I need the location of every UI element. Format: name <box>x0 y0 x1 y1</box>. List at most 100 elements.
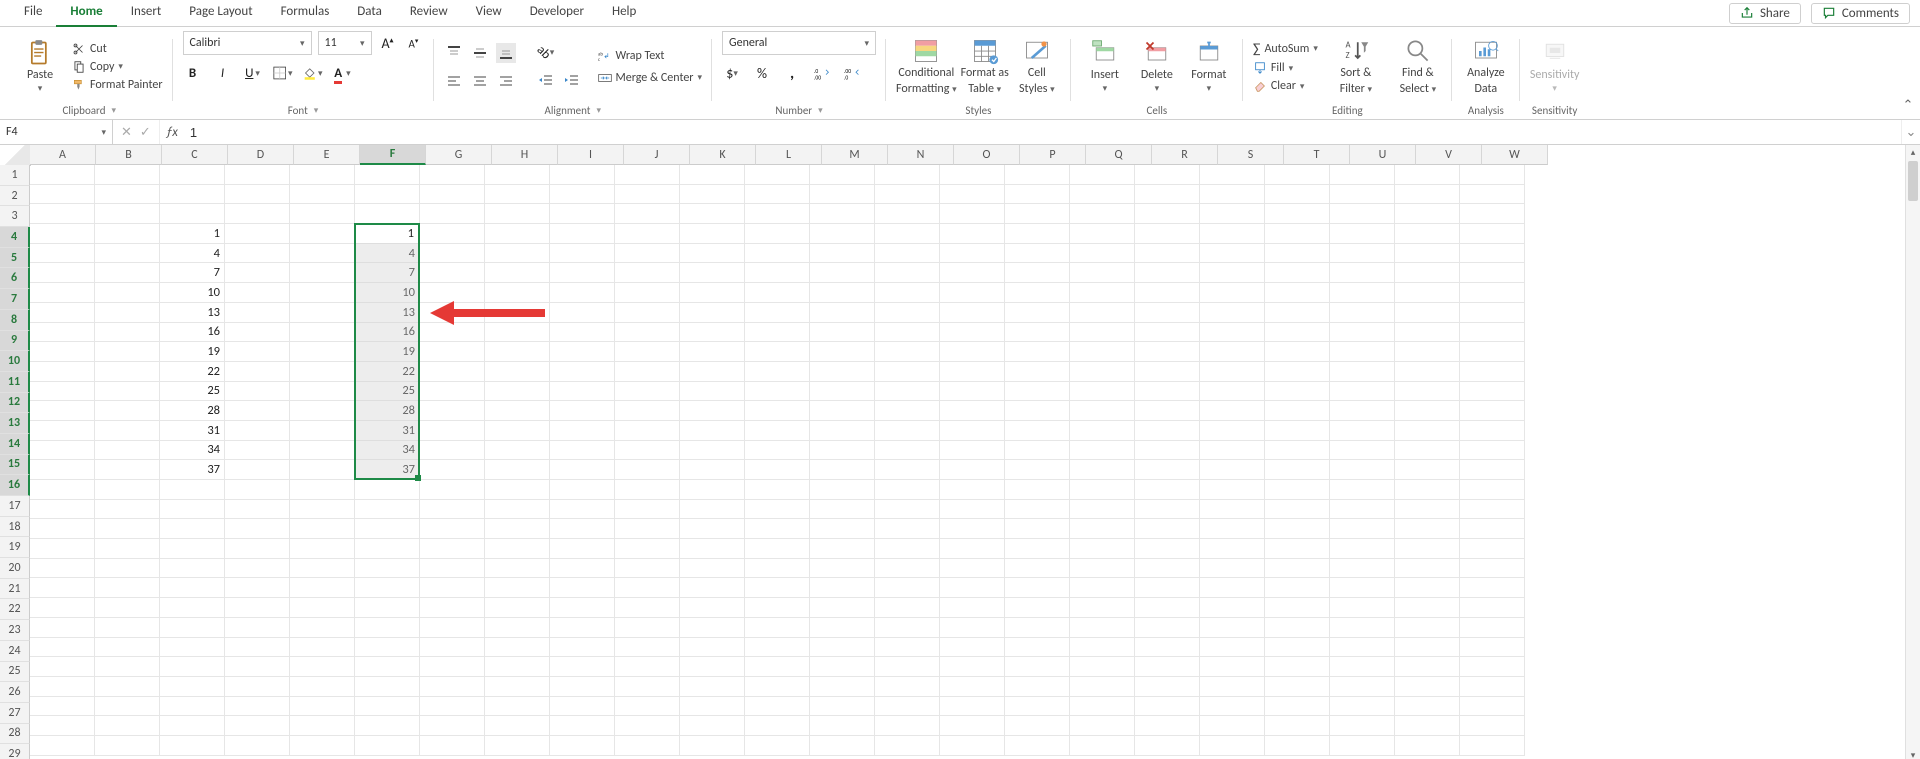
cell-K6[interactable] <box>680 263 745 283</box>
cell-E10[interactable] <box>290 342 355 362</box>
cell-B12[interactable] <box>95 382 160 402</box>
cell-P12[interactable] <box>1005 382 1070 402</box>
cell-K11[interactable] <box>680 362 745 382</box>
tab-developer[interactable]: Developer <box>516 0 598 27</box>
cell-O26[interactable] <box>940 657 1005 677</box>
cell-I5[interactable] <box>550 244 615 264</box>
cell-J9[interactable] <box>615 323 680 343</box>
cell-T9[interactable] <box>1265 323 1330 343</box>
cell-M22[interactable] <box>810 578 875 598</box>
cell-W20[interactable] <box>1460 539 1525 559</box>
analyze-data-button[interactable]: Analyze Data <box>1462 37 1510 95</box>
cell-J22[interactable] <box>615 578 680 598</box>
cell-O1[interactable] <box>940 165 1005 185</box>
cell-Q2[interactable] <box>1070 185 1135 205</box>
cell-V23[interactable] <box>1395 598 1460 618</box>
cell-E20[interactable] <box>290 539 355 559</box>
conditional-formatting-button[interactable]: Conditional Formatting ▾ <box>896 37 957 95</box>
cell-I14[interactable] <box>550 421 615 441</box>
cell-T30[interactable] <box>1265 736 1330 756</box>
cell-I13[interactable] <box>550 401 615 421</box>
cell-J26[interactable] <box>615 657 680 677</box>
cell-C8[interactable]: 13 <box>160 303 225 323</box>
cell-V29[interactable] <box>1395 716 1460 736</box>
cell-C16[interactable]: 37 <box>160 460 225 480</box>
row-header-4[interactable]: 4 <box>0 227 30 248</box>
font-name-select[interactable]: Calibri▾ <box>183 31 312 55</box>
cell-M14[interactable] <box>810 421 875 441</box>
cut-button[interactable]: Cut <box>72 42 163 56</box>
cell-R26[interactable] <box>1135 657 1200 677</box>
cell-G21[interactable] <box>420 559 485 579</box>
cell-D19[interactable] <box>225 519 290 539</box>
cell-V3[interactable] <box>1395 204 1460 224</box>
cell-E7[interactable] <box>290 283 355 303</box>
cell-S24[interactable] <box>1200 618 1265 638</box>
cell-P21[interactable] <box>1005 559 1070 579</box>
cell-W14[interactable] <box>1460 421 1525 441</box>
cell-E17[interactable] <box>290 480 355 500</box>
cell-D21[interactable] <box>225 559 290 579</box>
cell-M11[interactable] <box>810 362 875 382</box>
cell-R12[interactable] <box>1135 382 1200 402</box>
cell-A2[interactable] <box>30 185 95 205</box>
cell-T12[interactable] <box>1265 382 1330 402</box>
cell-P8[interactable] <box>1005 303 1070 323</box>
cell-B5[interactable] <box>95 244 160 264</box>
cell-L16[interactable] <box>745 460 810 480</box>
cell-I10[interactable] <box>550 342 615 362</box>
cell-A14[interactable] <box>30 421 95 441</box>
cell-K14[interactable] <box>680 421 745 441</box>
cell-K27[interactable] <box>680 677 745 697</box>
cell-B10[interactable] <box>95 342 160 362</box>
cell-J21[interactable] <box>615 559 680 579</box>
formula-input[interactable] <box>184 120 1901 144</box>
cell-Q21[interactable] <box>1070 559 1135 579</box>
cell-I8[interactable] <box>550 303 615 323</box>
cell-A23[interactable] <box>30 598 95 618</box>
cell-O28[interactable] <box>940 697 1005 717</box>
col-header-E[interactable]: E <box>294 145 360 165</box>
cell-Q23[interactable] <box>1070 598 1135 618</box>
cell-M17[interactable] <box>810 480 875 500</box>
cell-N29[interactable] <box>875 716 940 736</box>
cell-F24[interactable] <box>355 618 420 638</box>
cell-F22[interactable] <box>355 578 420 598</box>
cell-G26[interactable] <box>420 657 485 677</box>
cell-B15[interactable] <box>95 441 160 461</box>
cell-O19[interactable] <box>940 519 1005 539</box>
cell-I2[interactable] <box>550 185 615 205</box>
cell-N6[interactable] <box>875 263 940 283</box>
cell-L7[interactable] <box>745 283 810 303</box>
cell-Q3[interactable] <box>1070 204 1135 224</box>
cell-T10[interactable] <box>1265 342 1330 362</box>
cell-G3[interactable] <box>420 204 485 224</box>
cell-U29[interactable] <box>1330 716 1395 736</box>
cell-J18[interactable] <box>615 500 680 520</box>
cell-P4[interactable] <box>1005 224 1070 244</box>
cell-E8[interactable] <box>290 303 355 323</box>
cell-L29[interactable] <box>745 716 810 736</box>
cell-D28[interactable] <box>225 697 290 717</box>
cell-T5[interactable] <box>1265 244 1330 264</box>
cell-B23[interactable] <box>95 598 160 618</box>
share-button[interactable]: Share <box>1729 3 1801 24</box>
cell-T4[interactable] <box>1265 224 1330 244</box>
cell-O21[interactable] <box>940 559 1005 579</box>
cell-J20[interactable] <box>615 539 680 559</box>
cell-K19[interactable] <box>680 519 745 539</box>
col-header-N[interactable]: N <box>888 145 954 165</box>
cell-S2[interactable] <box>1200 185 1265 205</box>
name-box[interactable]: F4 ▾ <box>0 120 113 144</box>
cell-L22[interactable] <box>745 578 810 598</box>
cell-S21[interactable] <box>1200 559 1265 579</box>
cell-G19[interactable] <box>420 519 485 539</box>
cell-N14[interactable] <box>875 421 940 441</box>
cell-S15[interactable] <box>1200 441 1265 461</box>
cell-K13[interactable] <box>680 401 745 421</box>
cell-A10[interactable] <box>30 342 95 362</box>
cell-P25[interactable] <box>1005 638 1070 658</box>
cell-J3[interactable] <box>615 204 680 224</box>
cell-F10[interactable]: 19 <box>355 342 420 362</box>
cell-W27[interactable] <box>1460 677 1525 697</box>
